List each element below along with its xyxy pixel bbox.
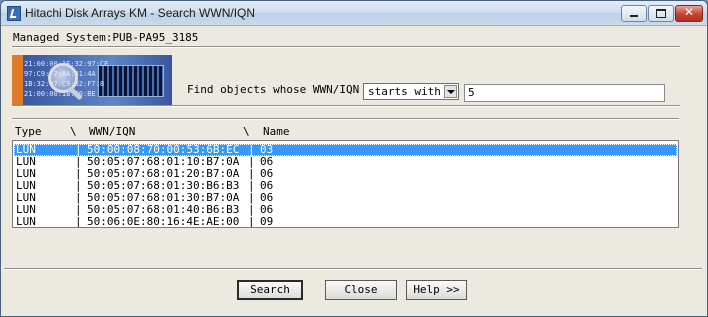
cell-type: LUN — [16, 215, 36, 228]
results-list[interactable]: LUN | 50:00:08:70:00:53:6B:EC | 03 LUN |… — [12, 140, 679, 228]
close-button[interactable]: Close — [325, 280, 397, 300]
dropdown-arrow-icon[interactable] — [444, 85, 457, 98]
match-mode-select[interactable]: starts with — [363, 83, 459, 100]
header-divider — [12, 118, 679, 120]
app-icon — [7, 6, 21, 21]
column-header-name[interactable]: Name — [263, 125, 290, 138]
cell-separator: | — [248, 215, 255, 228]
search-wwn-window: Hitachi Disk Arrays KM - Search WWN/IQN … — [0, 0, 708, 317]
wwn-search-input[interactable]: 5 — [464, 84, 665, 102]
minimize-button[interactable] — [621, 5, 647, 22]
column-header-type[interactable]: Type — [15, 125, 42, 138]
close-window-button[interactable]: ✕ — [675, 5, 703, 22]
search-button[interactable]: Search — [237, 280, 303, 300]
match-mode-value: starts with — [368, 85, 441, 98]
title-bar[interactable]: Hitachi Disk Arrays KM - Search WWN/IQN … — [1, 1, 707, 26]
divider-middle — [12, 105, 680, 107]
window-title: Hitachi Disk Arrays KM - Search WWN/IQN — [25, 6, 256, 20]
column-header-wwn[interactable]: WWN/IQN — [89, 125, 135, 138]
cell-wwn: 50:06:0E:80:16:4E:AE:00 — [87, 215, 240, 228]
find-objects-label: Find objects whose WWN/IQN — [187, 83, 360, 96]
divider-bottom — [4, 268, 702, 270]
cell-separator: | — [75, 215, 82, 228]
cell-name: 09 — [260, 215, 274, 228]
disk-array-search-banner: 21:00:00:1E:32:97:CE 97:C9:F7:8A:31:4A 1… — [12, 55, 172, 105]
banner-stripe — [12, 55, 23, 105]
help-button[interactable]: Help >> — [406, 280, 467, 300]
managed-system-label: Managed System:PUB-PA95_3185 — [13, 31, 199, 44]
column-separator: \ — [70, 125, 77, 138]
close-icon: ✕ — [683, 5, 695, 19]
column-separator: \ — [243, 125, 250, 138]
divider-top — [12, 46, 680, 48]
maximize-button[interactable] — [648, 5, 674, 22]
disk-array-rack-graphic — [98, 65, 164, 97]
result-row[interactable]: LUN | 50:06:0E:80:16:4E:AE:00 | 09 — [14, 216, 677, 228]
